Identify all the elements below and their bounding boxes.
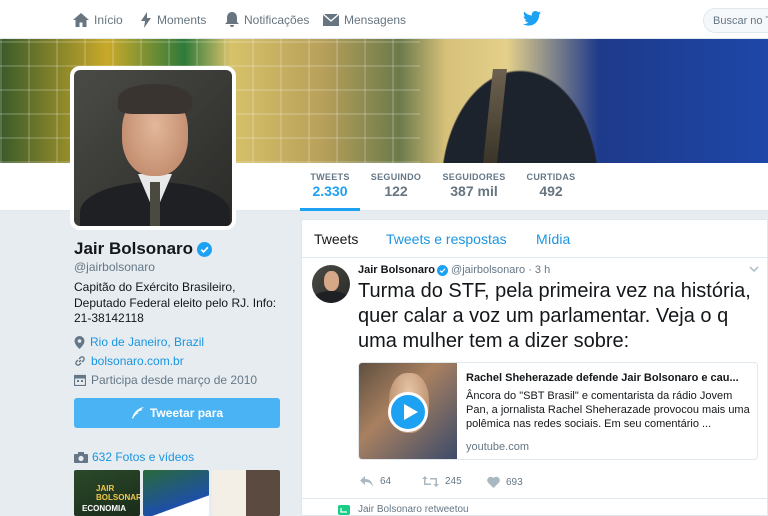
like-button[interactable]: 693 [487,476,523,488]
location-link[interactable]: Rio de Janeiro, Brazil [90,335,204,349]
retweet-context: Jair Bolsonaro retweetou [338,504,469,515]
tweet-to-label: Tweetar para [149,406,224,420]
profile-name-row: Jair Bolsonaro [74,239,213,259]
retweet-icon [422,476,439,487]
thumbnail-text: ECONOMIA [82,504,126,513]
retweet-count: 245 [445,476,462,487]
photos-videos-link[interactable]: 632 Fotos e vídeos [74,450,194,464]
lightning-icon [141,11,151,28]
reply-button[interactable]: 64 [360,476,391,487]
search-input[interactable]: Buscar no Tw [703,8,768,33]
nav-notifications-label: Notificações [244,12,310,27]
card-description: Âncora do "SBT Brasil" e comentarista da… [466,390,750,430]
banner-figure [420,39,620,163]
website-link[interactable]: bolsonaro.com.br [91,354,184,368]
card-domain: youtube.com [466,441,529,453]
stat-value: 122 [384,183,408,199]
card-title: Rachel Sheherazade defende Jair Bolsonar… [466,372,739,384]
stat-value: 2.330 [312,183,348,199]
stat-label: SEGUINDO [370,172,422,182]
stat-likes[interactable]: CURTIDAS 492 [520,163,582,211]
tweet-to-button[interactable]: Tweetar para [74,398,280,428]
link-icon [75,356,85,366]
tab-media[interactable]: Mídia [536,231,570,247]
timeline: Tweets Tweets e respostas Mídia Jair Bol… [301,219,768,516]
card-thumbnail [359,363,457,459]
nav-notifications[interactable]: Notificações [225,0,309,39]
tweet-author-handle[interactable]: @jairbolsonaro [451,264,525,276]
envelope-icon [323,13,339,26]
stat-label: SEGUIDORES [442,172,506,182]
top-nav: Início Moments Notificações Mensagens Bu… [0,0,768,39]
nav-home[interactable]: Início [73,0,123,39]
verified-badge-icon [437,264,449,276]
stat-value: 492 [539,183,563,199]
profile-name[interactable]: Jair Bolsonaro [74,239,193,259]
media-thumbnail[interactable]: CNT [143,470,209,516]
stat-followers[interactable]: SEGUIDORES 387 mil [438,163,510,211]
profile-joined: Participa desde março de 2010 [74,373,257,387]
twitter-bird-icon[interactable] [523,11,541,26]
home-icon [73,12,89,27]
tweet-header: Jair Bolsonaro @jairbolsonaro · 3 h [358,264,550,276]
nav-messages-label: Mensagens [344,12,407,27]
media-thumbnail[interactable] [212,470,280,516]
thumbnail-text: JAIR BOLSONARO [96,484,140,502]
nav-messages[interactable]: Mensagens [323,0,406,39]
joined-date: Participa desde março de 2010 [91,373,258,387]
tweet-avatar-face [324,271,339,291]
stat-label: TWEETS [310,172,350,182]
reply-count: 64 [380,476,392,487]
tweet-author-name[interactable]: Jair Bolsonaro [358,264,435,276]
nav-moments-label: Moments [157,12,207,27]
like-count: 693 [506,476,523,488]
tweet-text: Turma do STF, pela primeira vez na histó… [358,280,751,352]
link-card[interactable]: Rachel Sheherazade defende Jair Bolsonar… [358,362,758,460]
tweet-timestamp[interactable]: · 3 h [528,264,550,276]
photos-videos-label: 632 Fotos e vídeos [92,450,195,464]
verified-badge-icon [197,241,213,257]
tab-tweets[interactable]: Tweets [314,231,358,247]
thumbnail-text: CNT [147,506,164,515]
stat-label: CURTIDAS [526,172,576,182]
nav-home-label: Início [94,12,123,27]
tweet-avatar-suit [314,291,348,303]
calendar-icon [74,374,86,386]
bell-icon [225,12,239,27]
stat-following[interactable]: SEGUINDO 122 [366,163,426,211]
nav-moments[interactable]: Moments [140,0,206,39]
profile-website: bolsonaro.com.br [74,354,184,368]
media-thumbnail[interactable]: JAIR BOLSONARO ECONOMIA [74,470,140,516]
feather-quill-icon [131,407,144,419]
tweet-avatar[interactable] [312,265,350,303]
chevron-down-icon[interactable] [749,266,759,273]
camera-icon [74,451,88,463]
profile-handle[interactable]: @jairbolsonaro [74,260,155,274]
stat-tweets[interactable]: TWEETS 2.330 [300,163,360,211]
stat-value: 387 mil [450,183,498,199]
timeline-tabs: Tweets Tweets e respostas Mídia [302,220,768,258]
profile-bio: Capitão do Exército Brasileiro, Deputado… [74,280,277,325]
retweet-icon [338,504,350,515]
heart-icon [487,476,500,488]
tab-tweets-and-replies[interactable]: Tweets e respostas [386,231,507,247]
retweeted-by-label[interactable]: Jair Bolsonaro retweetou [358,504,469,515]
profile-location: Rio de Janeiro, Brazil [74,335,204,349]
reply-icon [360,476,373,487]
profile-avatar[interactable] [70,66,236,230]
avatar-hair [118,84,192,114]
location-pin-icon [74,335,85,349]
retweet-button[interactable]: 245 [422,476,462,487]
play-icon[interactable] [388,392,428,432]
avatar-tie [150,182,160,226]
